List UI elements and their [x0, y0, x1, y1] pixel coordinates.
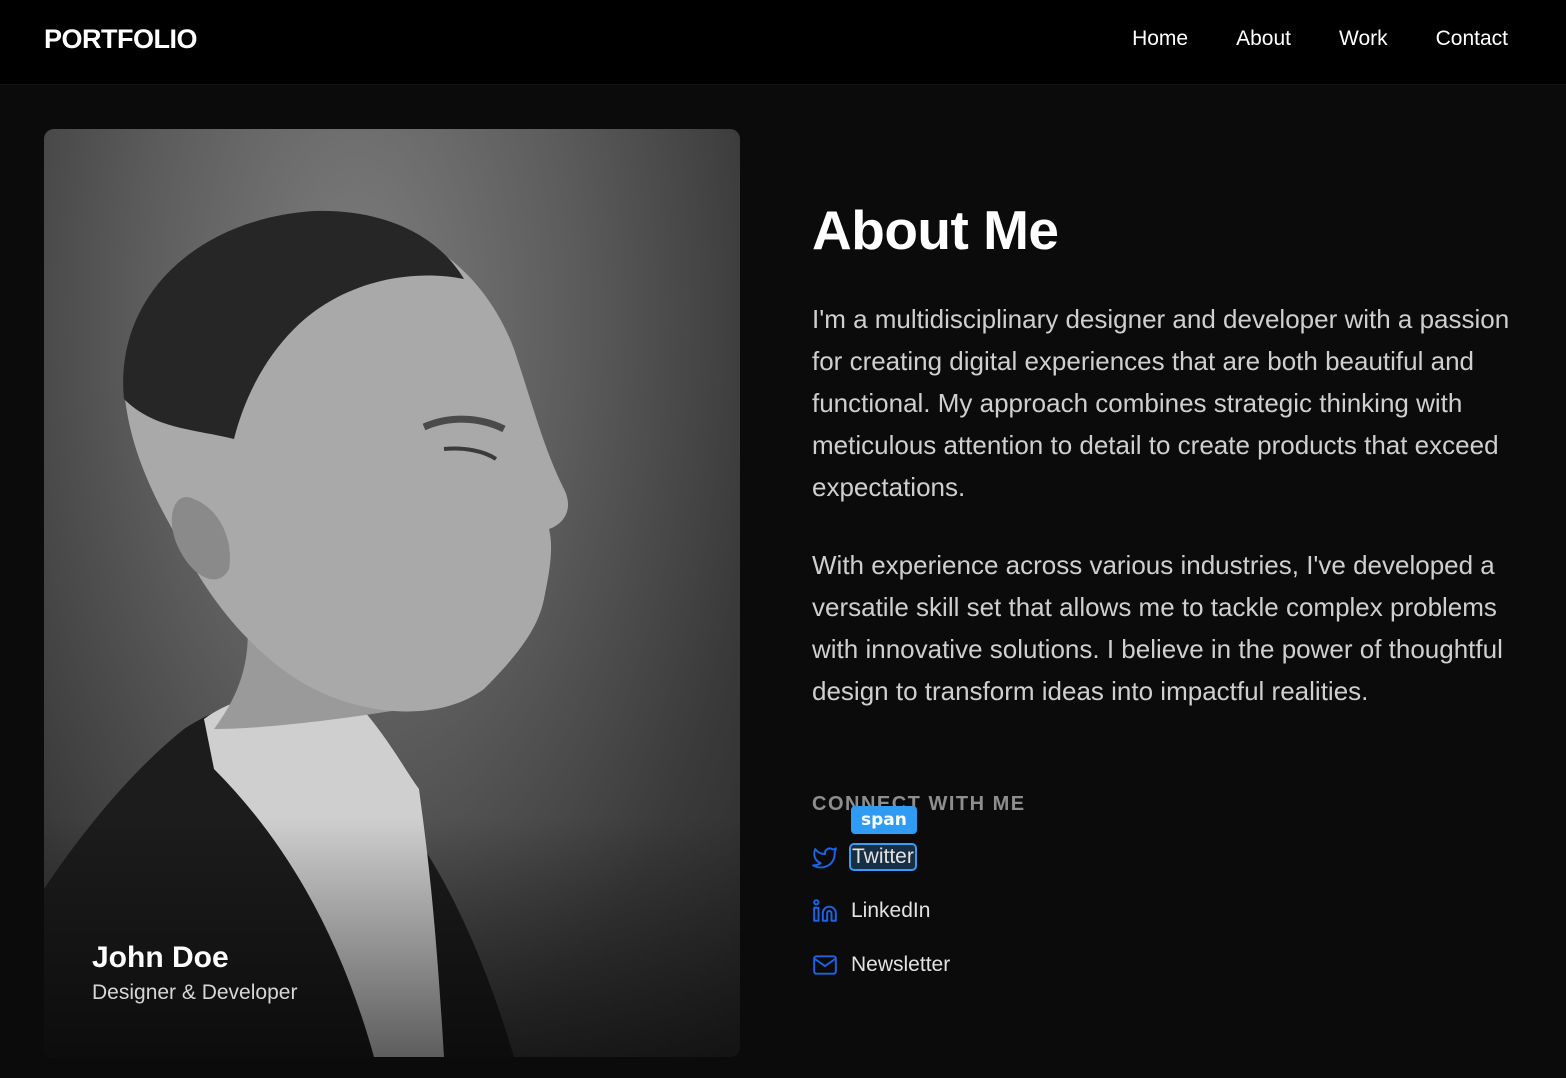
- profile-photo-card: John Doe Designer & Developer: [44, 129, 740, 1057]
- about-paragraph-1: I'm a multidisciplinary designer and dev…: [812, 304, 1510, 502]
- inspector-element-tag: span: [851, 806, 917, 834]
- nav-link-contact[interactable]: Contact: [1436, 27, 1508, 51]
- nav-link-work[interactable]: Work: [1339, 27, 1388, 51]
- mail-icon: [812, 952, 838, 978]
- nav-link-about[interactable]: About: [1236, 27, 1291, 51]
- nav-link-home[interactable]: Home: [1132, 27, 1188, 51]
- site-logo[interactable]: PORTFOLIO: [44, 24, 198, 55]
- social-link-twitter[interactable]: Twitter: [812, 843, 917, 871]
- photo-gradient-overlay: [44, 817, 740, 1057]
- connect-heading: CONNECT WITH ME: [812, 793, 1026, 815]
- social-link-linkedin[interactable]: LinkedIn: [812, 898, 930, 924]
- twitter-icon: [812, 844, 838, 870]
- page-title: About Me: [812, 199, 1059, 261]
- top-navigation-bar: PORTFOLIO Home About Work Contact: [0, 0, 1566, 85]
- social-label-newsletter[interactable]: Newsletter: [851, 953, 950, 977]
- social-label-linkedin[interactable]: LinkedIn: [851, 899, 930, 923]
- social-label-twitter[interactable]: Twitter: [849, 843, 917, 871]
- linkedin-icon: [812, 898, 838, 924]
- profile-role: Designer & Developer: [92, 981, 298, 1004]
- about-paragraph-2: With experience across various industrie…: [812, 550, 1503, 706]
- main-nav: Home About Work Contact: [1132, 27, 1508, 51]
- social-link-newsletter[interactable]: Newsletter: [812, 952, 950, 978]
- profile-name: John Doe: [92, 941, 229, 974]
